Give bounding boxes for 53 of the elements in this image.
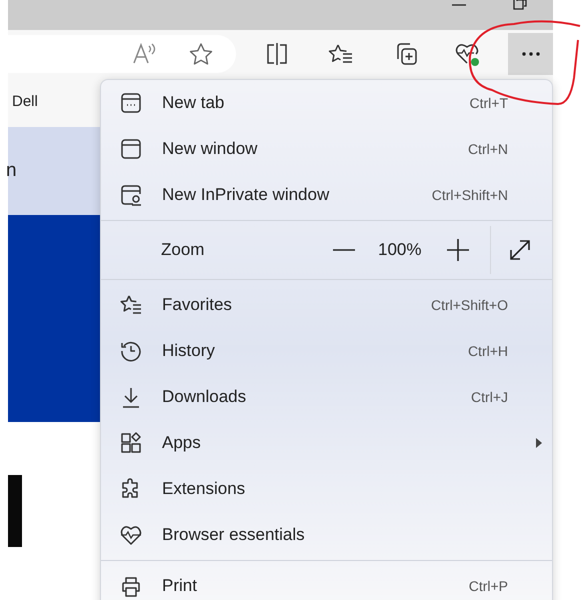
menu-item[interactable]: New InPrivate window Ctrl+Shift+N <box>101 172 552 218</box>
plus-icon <box>447 239 470 261</box>
menu-item[interactable]: Browser essentials <box>101 512 552 558</box>
zoom-value: 100% <box>378 239 422 262</box>
shortcut-text: Ctrl+H <box>468 342 508 360</box>
menu-item[interactable]: New window Ctrl+N <box>101 126 552 172</box>
download-icon <box>120 386 142 408</box>
shortcut-text: Ctrl+J <box>471 388 508 406</box>
browser-essentials-icon[interactable] <box>455 42 481 68</box>
minimize-icon[interactable] <box>451 2 467 8</box>
zoom-label: Zoom <box>161 239 204 262</box>
menu-item-label: Print <box>162 575 198 598</box>
menu-item[interactable]: Print Ctrl+P <box>101 563 552 600</box>
menu-item-label: Apps <box>162 432 202 454</box>
shortcut-text: Ctrl+Shift+N <box>432 186 508 204</box>
history-icon <box>120 340 142 362</box>
favorites-icon <box>120 294 142 316</box>
read-aloud-icon[interactable] <box>132 42 158 66</box>
menu-item-label: New tab <box>162 92 226 114</box>
shortcut-text: Ctrl+N <box>468 140 508 158</box>
menu-item[interactable]: New tab Ctrl+T <box>101 80 552 126</box>
menu-item[interactable]: Extensions <box>101 466 552 512</box>
restore-icon[interactable] <box>513 0 527 11</box>
star-icon[interactable] <box>189 43 213 65</box>
shortcut-text: Ctrl+P <box>468 576 508 596</box>
menu-item-label: Extensions <box>162 478 246 500</box>
menu-item[interactable]: Apps <box>101 420 552 466</box>
printer-icon <box>120 575 142 597</box>
menu-item[interactable]: History Ctrl+H <box>101 328 552 374</box>
shortcut-text: Ctrl+Shift+O <box>430 296 508 314</box>
tab-icon <box>120 92 142 114</box>
expand-icon <box>509 239 532 261</box>
shortcut-text: Ctrl+T <box>470 94 508 112</box>
split-screen-icon[interactable] <box>265 43 289 65</box>
apps-icon <box>120 432 142 454</box>
heart-pulse-icon <box>120 524 142 546</box>
bookmark-link[interactable]: Dell <box>12 91 38 114</box>
more-icon <box>522 52 540 56</box>
minus-icon <box>333 249 355 251</box>
menu-item[interactable]: Downloads Ctrl+J <box>101 374 552 420</box>
menu-item-label: Downloads <box>162 386 248 408</box>
inprivate-window-icon <box>120 184 142 206</box>
menu-item-label: Favorites <box>162 294 233 316</box>
heading-text: n <box>6 158 17 183</box>
menu-item-label: New InPrivate window <box>162 184 330 206</box>
favorites-icon[interactable] <box>328 43 354 65</box>
zoom-in-button[interactable] <box>445 237 472 263</box>
menu-item[interactable]: Favorites Ctrl+Shift+O <box>101 282 552 328</box>
menu-item-label: History <box>162 340 216 362</box>
menu-item-label: Browser essentials <box>162 524 306 546</box>
page-graphic <box>8 475 22 547</box>
menu-item-label: New window <box>162 138 258 160</box>
window-icon <box>120 138 142 160</box>
